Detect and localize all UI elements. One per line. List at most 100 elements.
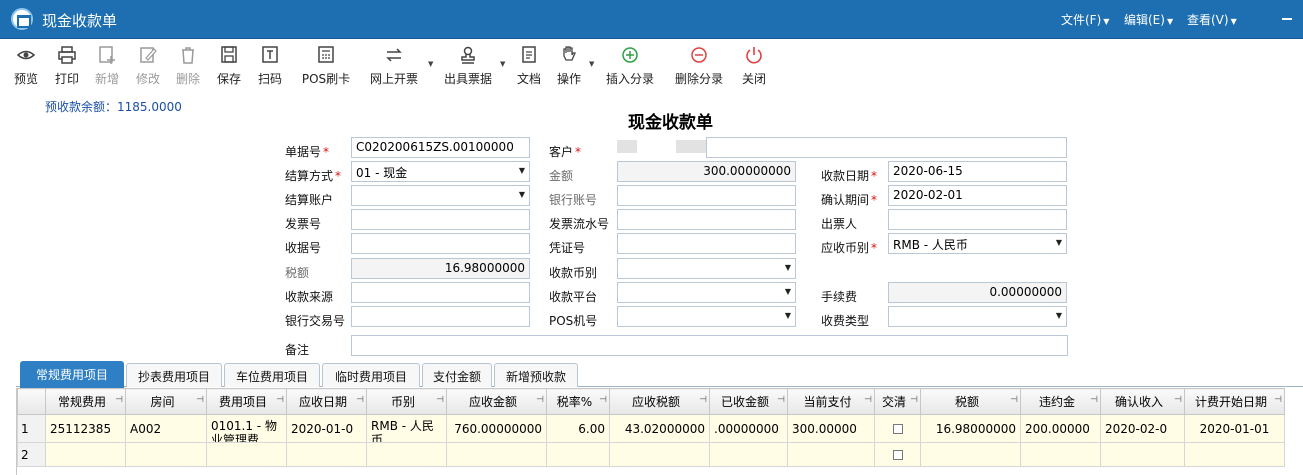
grid-cell[interactable]: 16.98000000 <box>920 414 1021 443</box>
grid-cell[interactable]: .00000000 <box>709 414 788 443</box>
tab-payment-amount[interactable]: 支付金额 <box>422 363 492 387</box>
col-header[interactable]: 费用项目 ⊣ <box>206 388 287 415</box>
doc-no-field[interactable]: C020200615ZS.00100000 <box>351 137 530 158</box>
table-row[interactable]: 2 <box>17 442 1285 467</box>
preview-button[interactable]: 预览 <box>10 44 42 87</box>
pos-no-select[interactable]: ▼ <box>617 306 796 327</box>
grid-cell[interactable]: 2020-01-0 <box>286 414 367 443</box>
grid-cell[interactable]: 6.00 <box>546 414 610 443</box>
remark-field[interactable] <box>351 335 1068 356</box>
pin-icon[interactable]: ⊣ <box>699 395 707 405</box>
pin-icon[interactable]: ⊣ <box>1090 395 1098 405</box>
grid-cell[interactable] <box>206 442 287 467</box>
grid-cell[interactable] <box>874 414 921 443</box>
minimize-icon[interactable] <box>1282 18 1292 20</box>
tab-new-prepayment[interactable]: 新增预收款 <box>494 363 578 387</box>
menu-edit[interactable]: 编辑(E) ▼ <box>1124 11 1173 28</box>
pin-icon[interactable]: ⊣ <box>910 395 918 405</box>
grid-cell[interactable]: 2020-02-0 <box>1100 414 1185 443</box>
print-button[interactable]: 打印 <box>51 44 83 87</box>
grid-cell[interactable] <box>1020 442 1101 467</box>
pin-icon[interactable]: ⊣ <box>356 395 364 405</box>
grid-cell[interactable]: 200.00000 <box>1020 414 1101 443</box>
source-field[interactable] <box>351 282 530 303</box>
confirm-period-field[interactable]: 2020-02-01 <box>888 185 1067 206</box>
delete-entry-button[interactable]: 删除分录 <box>671 44 727 87</box>
settled-checkbox[interactable] <box>892 450 903 460</box>
col-header[interactable]: 税额 ⊣ <box>920 388 1021 415</box>
add-button[interactable]: 新增 <box>91 44 123 87</box>
grid-cell[interactable] <box>446 442 547 467</box>
grid-cell[interactable]: 2020-01-01 <box>1184 414 1285 443</box>
grid-cell[interactable]: 0101.1 - 物业管理费 <box>206 414 287 443</box>
col-header[interactable]: 交清 ⊣ <box>874 388 921 415</box>
grid-cell[interactable] <box>609 442 710 467</box>
pin-icon[interactable]: ⊣ <box>436 395 444 405</box>
grid-cell[interactable]: 43.02000000 <box>609 414 710 443</box>
fee-field[interactable]: 0.00000000 <box>888 282 1067 303</box>
voucher-no-field[interactable] <box>617 233 796 254</box>
operation-button[interactable]: 操作 <box>553 44 585 87</box>
document-button[interactable]: 文档 <box>513 44 545 87</box>
invoice-no-field[interactable] <box>351 209 530 230</box>
insert-entry-button[interactable]: 插入分录 <box>602 44 658 87</box>
tab-regular-fees[interactable]: 常规费用项目 <box>20 361 124 388</box>
col-header[interactable]: 常规费用 ⊣ <box>45 388 126 415</box>
issuer-field[interactable] <box>888 209 1067 230</box>
grid-cell[interactable] <box>787 442 875 467</box>
issue-ticket-dropdown-icon[interactable]: ▼ <box>500 60 505 68</box>
grid-cell[interactable]: RMB - 人民币 <box>366 414 447 443</box>
grid-cell[interactable]: 760.00000000 <box>446 414 547 443</box>
col-header[interactable]: 币别 ⊣ <box>366 388 447 415</box>
fee-type-select[interactable]: ▼ <box>888 306 1067 327</box>
receipt-no-field[interactable] <box>351 233 530 254</box>
scan-button[interactable]: 扫码 <box>254 44 286 87</box>
grid-cell[interactable] <box>45 442 126 467</box>
bank-account-field[interactable] <box>617 185 796 206</box>
tab-temporary-fees[interactable]: 临时费用项目 <box>322 363 420 387</box>
grid-cell[interactable] <box>286 442 367 467</box>
pin-icon[interactable]: ⊣ <box>864 395 872 405</box>
receivable-currency-select[interactable]: RMB - 人民币 ▼ <box>888 233 1067 254</box>
grid-cell[interactable] <box>546 442 610 467</box>
customer-field[interactable] <box>706 137 1067 158</box>
menu-file[interactable]: 文件(F) ▼ <box>1061 11 1109 28</box>
grid-cell[interactable] <box>709 442 788 467</box>
grid-cell[interactable]: A002 <box>125 414 207 443</box>
online-invoice-dropdown-icon[interactable]: ▼ <box>428 60 433 68</box>
col-header[interactable]: 应收日期 ⊣ <box>286 388 367 415</box>
bank-txn-no-field[interactable] <box>351 306 530 327</box>
grid-cell[interactable] <box>366 442 447 467</box>
menu-view[interactable]: 查看(V) ▼ <box>1187 11 1237 28</box>
col-header[interactable]: 确认收入 ⊣ <box>1100 388 1185 415</box>
grid-cell[interactable] <box>874 442 921 467</box>
platform-select[interactable]: ▼ <box>617 282 796 303</box>
delete-button[interactable]: 删除 <box>172 44 204 87</box>
grid-cell[interactable] <box>1184 442 1285 467</box>
col-header[interactable]: 当前支付 ⊣ <box>787 388 875 415</box>
grid-cell[interactable]: 25112385 <box>45 414 126 443</box>
col-header[interactable]: 违约金 ⊣ <box>1020 388 1101 415</box>
col-header[interactable]: 应收税额 ⊣ <box>609 388 710 415</box>
grid-cell[interactable] <box>125 442 207 467</box>
pin-icon[interactable]: ⊣ <box>599 395 607 405</box>
online-invoice-button[interactable]: 网上开票 <box>366 44 422 87</box>
col-header[interactable]: 应收金额 ⊣ <box>446 388 547 415</box>
col-header[interactable]: 已收金额 ⊣ <box>709 388 788 415</box>
pin-icon[interactable]: ⊣ <box>196 395 204 405</box>
pin-icon[interactable]: ⊣ <box>777 395 785 405</box>
grid-cell[interactable]: 300.00000 <box>787 414 875 443</box>
pos-button[interactable]: POS刷卡 <box>297 44 355 87</box>
grid-cell[interactable] <box>920 442 1021 467</box>
tab-meter-fees[interactable]: 抄表费用项目 <box>126 363 222 387</box>
col-header[interactable]: 税率% ⊣ <box>546 388 610 415</box>
tab-parking-fees[interactable]: 车位费用项目 <box>224 363 320 387</box>
pin-icon[interactable]: ⊣ <box>1274 395 1282 405</box>
grid-cell[interactable] <box>1100 442 1185 467</box>
table-row[interactable]: 1 25112385 A002 0101.1 - 物业管理费 2020-01-0… <box>17 414 1285 443</box>
operation-dropdown-icon[interactable]: ▼ <box>589 60 594 68</box>
pin-icon[interactable]: ⊣ <box>536 395 544 405</box>
pin-icon[interactable]: ⊣ <box>276 395 284 405</box>
col-header[interactable]: 房间 ⊣ <box>125 388 207 415</box>
col-header[interactable]: 计费开始日期 ⊣ <box>1184 388 1285 415</box>
